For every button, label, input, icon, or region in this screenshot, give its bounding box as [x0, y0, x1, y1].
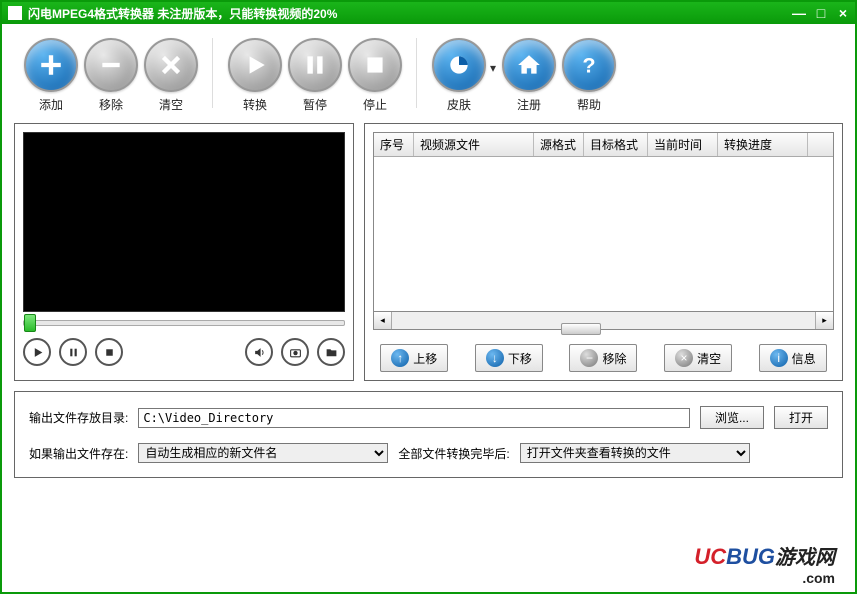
home-icon [516, 52, 542, 78]
skin-button[interactable]: 皮肤 [432, 38, 486, 113]
x-icon: × [675, 349, 693, 367]
maximize-button[interactable]: □ [815, 7, 827, 19]
minus-icon: − [580, 349, 598, 367]
exists-select[interactable]: 自动生成相应的新文件名 [138, 443, 388, 463]
app-window: 闪电MPEG4格式转换器 未注册版本，只能转换视频的20% — □ × 添加 移… [0, 0, 857, 594]
play-icon [31, 346, 44, 359]
column-header[interactable]: 序号 [374, 133, 414, 156]
minus-icon [98, 52, 124, 78]
play-small-button[interactable] [23, 338, 51, 366]
minimize-button[interactable]: — [793, 7, 805, 19]
output-dir-label: 输出文件存放目录: [29, 409, 128, 426]
remove-button[interactable]: 移除 [84, 38, 138, 113]
column-header[interactable]: 转换进度 [718, 133, 808, 156]
seek-slider[interactable] [23, 320, 345, 326]
table-header: 序号视频源文件源格式目标格式当前时间转换进度 [374, 133, 833, 157]
horizontal-scrollbar[interactable]: ◂ ▸ [373, 312, 834, 330]
column-header[interactable]: 源格式 [534, 133, 584, 156]
output-dir-input[interactable] [138, 408, 690, 428]
list-clear-button[interactable]: ×清空 [664, 344, 732, 372]
watermark: UCBUG游戏网 .com [694, 541, 835, 586]
scroll-right-icon[interactable]: ▸ [815, 312, 833, 329]
pause-small-button[interactable] [59, 338, 87, 366]
close-button[interactable]: × [837, 7, 849, 19]
scroll-thumb[interactable] [561, 323, 601, 335]
folder-icon [325, 346, 338, 359]
arrow-up-icon: ↑ [391, 349, 409, 367]
camera-icon [289, 346, 302, 359]
svg-text:?: ? [582, 53, 595, 78]
convert-button[interactable]: 转换 [228, 38, 282, 113]
add-button[interactable]: 添加 [24, 38, 78, 113]
moveup-button[interactable]: ↑上移 [380, 344, 448, 372]
preview-panel [14, 123, 354, 381]
help-button[interactable]: ? 帮助 [562, 38, 616, 113]
after-label: 全部文件转换完毕后: [398, 445, 509, 462]
x-icon [158, 52, 184, 78]
play-icon [242, 52, 268, 78]
stop-icon [362, 52, 388, 78]
after-select[interactable]: 打开文件夹查看转换的文件 [520, 443, 750, 463]
snapshot-button[interactable] [281, 338, 309, 366]
list-remove-button[interactable]: −移除 [569, 344, 637, 372]
stop-button[interactable]: 停止 [348, 38, 402, 113]
question-icon: ? [576, 52, 602, 78]
column-header[interactable]: 当前时间 [648, 133, 718, 156]
skin-icon [446, 52, 472, 78]
pause-icon [67, 346, 80, 359]
column-header[interactable]: 目标格式 [584, 133, 648, 156]
folder-button[interactable] [317, 338, 345, 366]
browse-button[interactable]: 浏览... [700, 406, 764, 429]
stop-icon [103, 346, 116, 359]
output-settings-panel: 输出文件存放目录: 浏览... 打开 如果输出文件存在: 自动生成相应的新文件名… [14, 391, 843, 478]
exists-label: 如果输出文件存在: [29, 445, 128, 462]
info-icon: i [770, 349, 788, 367]
separator [212, 38, 214, 108]
volume-button[interactable] [245, 338, 273, 366]
info-button[interactable]: i信息 [759, 344, 827, 372]
clear-button[interactable]: 清空 [144, 38, 198, 113]
plus-icon [38, 52, 64, 78]
table-body[interactable] [374, 157, 833, 307]
skin-dropdown-icon[interactable]: ▾ [490, 61, 496, 75]
file-table[interactable]: 序号视频源文件源格式目标格式当前时间转换进度 [373, 132, 834, 312]
titlebar[interactable]: 闪电MPEG4格式转换器 未注册版本，只能转换视频的20% — □ × [2, 2, 855, 24]
speaker-icon [253, 346, 266, 359]
stop-small-button[interactable] [95, 338, 123, 366]
arrow-down-icon: ↓ [486, 349, 504, 367]
pause-icon [302, 52, 328, 78]
pause-button[interactable]: 暂停 [288, 38, 342, 113]
scroll-left-icon[interactable]: ◂ [374, 312, 392, 329]
app-icon [8, 6, 22, 20]
title-text: 闪电MPEG4格式转换器 未注册版本，只能转换视频的20% [28, 5, 793, 22]
separator [416, 38, 418, 108]
main-toolbar: 添加 移除 清空 转换 暂停 停止 [2, 24, 855, 123]
open-button[interactable]: 打开 [774, 406, 828, 429]
column-header[interactable]: 视频源文件 [414, 133, 534, 156]
seek-thumb[interactable] [24, 314, 36, 332]
video-preview[interactable] [23, 132, 345, 312]
file-list-panel: 序号视频源文件源格式目标格式当前时间转换进度 ◂ ▸ ↑上移 ↓下移 −移除 ×… [364, 123, 843, 381]
register-button[interactable]: 注册 [502, 38, 556, 113]
movedown-button[interactable]: ↓下移 [475, 344, 543, 372]
